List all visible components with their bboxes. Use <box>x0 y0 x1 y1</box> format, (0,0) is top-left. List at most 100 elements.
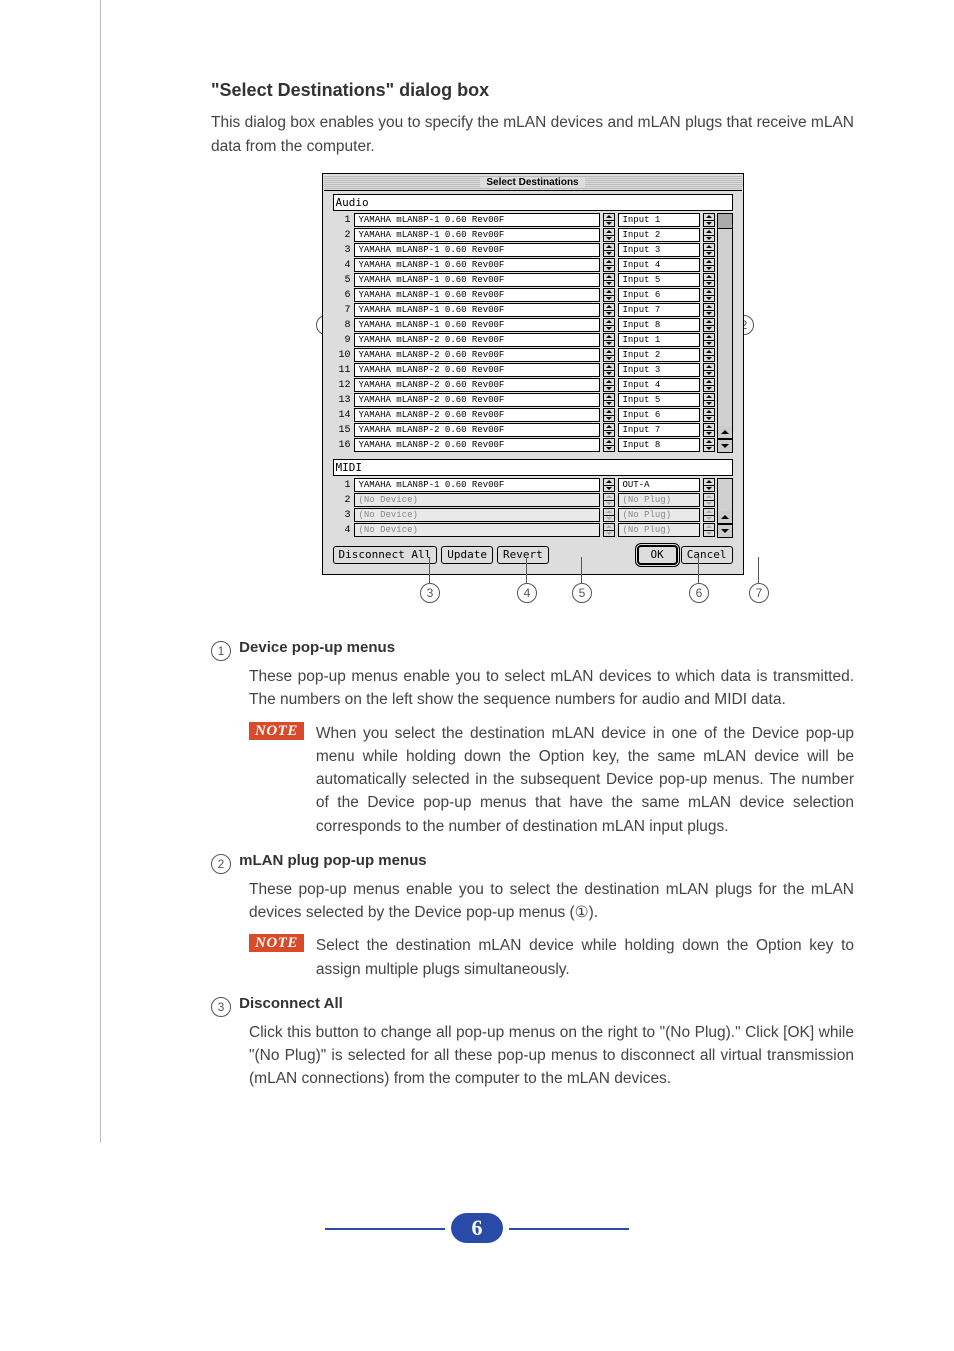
row-number: 4 <box>333 260 351 271</box>
stepper-icon[interactable] <box>603 438 615 452</box>
stepper-icon[interactable] <box>603 363 615 377</box>
stepper-icon[interactable] <box>603 378 615 392</box>
row-number: 3 <box>333 510 351 521</box>
plug-popup[interactable]: Input 7 <box>618 303 700 317</box>
scroll-up-icon[interactable] <box>718 511 732 524</box>
plug-popup[interactable]: Input 6 <box>618 408 700 422</box>
stepper-icon[interactable] <box>703 423 715 437</box>
update-button[interactable]: Update <box>441 546 493 564</box>
plug-popup[interactable]: Input 8 <box>618 318 700 332</box>
stepper-icon[interactable] <box>603 478 615 492</box>
row-number: 9 <box>333 335 351 346</box>
device-popup[interactable]: YAMAHA mLAN8P-1 0.60 Rev00F <box>354 243 600 257</box>
row-number: 4 <box>333 525 351 536</box>
stepper-icon[interactable] <box>703 303 715 317</box>
stepper-icon[interactable] <box>603 318 615 332</box>
stepper-icon[interactable] <box>603 333 615 347</box>
stepper-icon[interactable] <box>703 228 715 242</box>
plug-popup[interactable]: Input 5 <box>618 273 700 287</box>
stepper-icon[interactable] <box>703 378 715 392</box>
device-popup[interactable]: YAMAHA mLAN8P-1 0.60 Rev00F <box>354 273 600 287</box>
device-popup[interactable]: YAMAHA mLAN8P-1 0.60 Rev00F <box>354 228 600 242</box>
plug-popup[interactable]: Input 8 <box>618 438 700 452</box>
stepper-icon[interactable] <box>703 408 715 422</box>
device-popup[interactable]: YAMAHA mLAN8P-1 0.60 Rev00F <box>354 318 600 332</box>
stepper-icon[interactable] <box>603 273 615 287</box>
stepper-icon[interactable] <box>703 478 715 492</box>
device-popup[interactable]: YAMAHA mLAN8P-1 0.60 Rev00F <box>354 303 600 317</box>
device-popup[interactable]: YAMAHA mLAN8P-2 0.60 Rev00F <box>354 348 600 362</box>
device-popup[interactable]: YAMAHA mLAN8P-2 0.60 Rev00F <box>354 378 600 392</box>
stepper-icon[interactable] <box>703 393 715 407</box>
stepper-icon[interactable] <box>703 273 715 287</box>
stepper-icon[interactable] <box>703 348 715 362</box>
midi-row: 3(No Device)(No Plug) <box>333 508 715 522</box>
stepper-icon[interactable] <box>603 348 615 362</box>
disconnect-all-button[interactable]: Disconnect All <box>333 546 438 564</box>
stepper-icon[interactable] <box>603 288 615 302</box>
scroll-down-icon[interactable] <box>718 439 732 452</box>
device-popup[interactable]: YAMAHA mLAN8P-1 0.60 Rev00F <box>354 213 600 227</box>
scroll-down-icon[interactable] <box>718 524 732 537</box>
device-popup[interactable]: YAMAHA mLAN8P-1 0.60 Rev00F <box>354 258 600 272</box>
note-row: NOTEWhen you select the destination mLAN… <box>249 722 854 838</box>
plug-popup[interactable]: Input 2 <box>618 348 700 362</box>
plug-popup[interactable]: Input 7 <box>618 423 700 437</box>
device-popup[interactable]: YAMAHA mLAN8P-2 0.60 Rev00F <box>354 363 600 377</box>
row-number: 5 <box>333 275 351 286</box>
cancel-button[interactable]: Cancel <box>681 546 733 564</box>
plug-popup[interactable]: Input 1 <box>618 213 700 227</box>
plug-popup[interactable]: Input 4 <box>618 258 700 272</box>
device-popup[interactable]: YAMAHA mLAN8P-1 0.60 Rev00F <box>354 478 600 492</box>
stepper-icon <box>603 523 615 537</box>
row-number: 6 <box>333 290 351 301</box>
stepper-icon[interactable] <box>703 333 715 347</box>
plug-popup[interactable]: Input 2 <box>618 228 700 242</box>
plug-popup[interactable]: OUT-A <box>618 478 700 492</box>
stepper-icon[interactable] <box>703 243 715 257</box>
stepper-icon[interactable] <box>703 288 715 302</box>
device-popup[interactable]: YAMAHA mLAN8P-2 0.60 Rev00F <box>354 408 600 422</box>
device-popup[interactable]: YAMAHA mLAN8P-2 0.60 Rev00F <box>354 423 600 437</box>
plug-popup[interactable]: Input 1 <box>618 333 700 347</box>
device-popup[interactable]: YAMAHA mLAN8P-1 0.60 Rev00F <box>354 288 600 302</box>
audio-scrollbar[interactable] <box>717 213 733 453</box>
midi-scrollbar[interactable] <box>717 478 733 538</box>
scroll-up-icon[interactable] <box>718 426 732 439</box>
plug-popup[interactable]: Input 6 <box>618 288 700 302</box>
row-number: 3 <box>333 245 351 256</box>
scroll-track[interactable] <box>718 479 732 511</box>
stepper-icon[interactable] <box>703 438 715 452</box>
stepper-icon[interactable] <box>603 303 615 317</box>
stepper-icon[interactable] <box>603 243 615 257</box>
stepper-icon[interactable] <box>703 213 715 227</box>
row-number: 15 <box>333 425 351 436</box>
note-row: NOTESelect the destination mLAN device w… <box>249 934 854 981</box>
note-text: Select the destination mLAN device while… <box>316 934 854 981</box>
scroll-track[interactable] <box>718 229 732 426</box>
stepper-icon[interactable] <box>703 258 715 272</box>
stepper-icon[interactable] <box>603 258 615 272</box>
audio-row: 13YAMAHA mLAN8P-2 0.60 Rev00FInput 5 <box>333 393 715 407</box>
plug-popup[interactable]: Input 5 <box>618 393 700 407</box>
stepper-icon[interactable] <box>603 213 615 227</box>
stepper-icon[interactable] <box>703 363 715 377</box>
stepper-icon[interactable] <box>603 408 615 422</box>
device-popup[interactable]: YAMAHA mLAN8P-2 0.60 Rev00F <box>354 393 600 407</box>
plug-popup[interactable]: Input 3 <box>618 243 700 257</box>
stepper-icon[interactable] <box>603 228 615 242</box>
item-body: These pop-up menus enable you to select … <box>249 665 854 712</box>
select-destinations-dialog: Select Destinations Audio 1YAMAHA mLAN8P… <box>322 173 744 575</box>
revert-button[interactable]: Revert <box>497 546 549 564</box>
stepper-icon[interactable] <box>603 393 615 407</box>
stepper-icon[interactable] <box>703 318 715 332</box>
item-body: Click this button to change all pop-up m… <box>249 1021 854 1091</box>
plug-popup[interactable]: Input 3 <box>618 363 700 377</box>
device-popup[interactable]: YAMAHA mLAN8P-2 0.60 Rev00F <box>354 438 600 452</box>
device-popup[interactable]: YAMAHA mLAN8P-2 0.60 Rev00F <box>354 333 600 347</box>
ok-button[interactable]: OK <box>638 546 677 564</box>
stepper-icon[interactable] <box>603 423 615 437</box>
plug-popup[interactable]: Input 4 <box>618 378 700 392</box>
scroll-thumb[interactable] <box>718 214 732 229</box>
audio-row: 7YAMAHA mLAN8P-1 0.60 Rev00FInput 7 <box>333 303 715 317</box>
